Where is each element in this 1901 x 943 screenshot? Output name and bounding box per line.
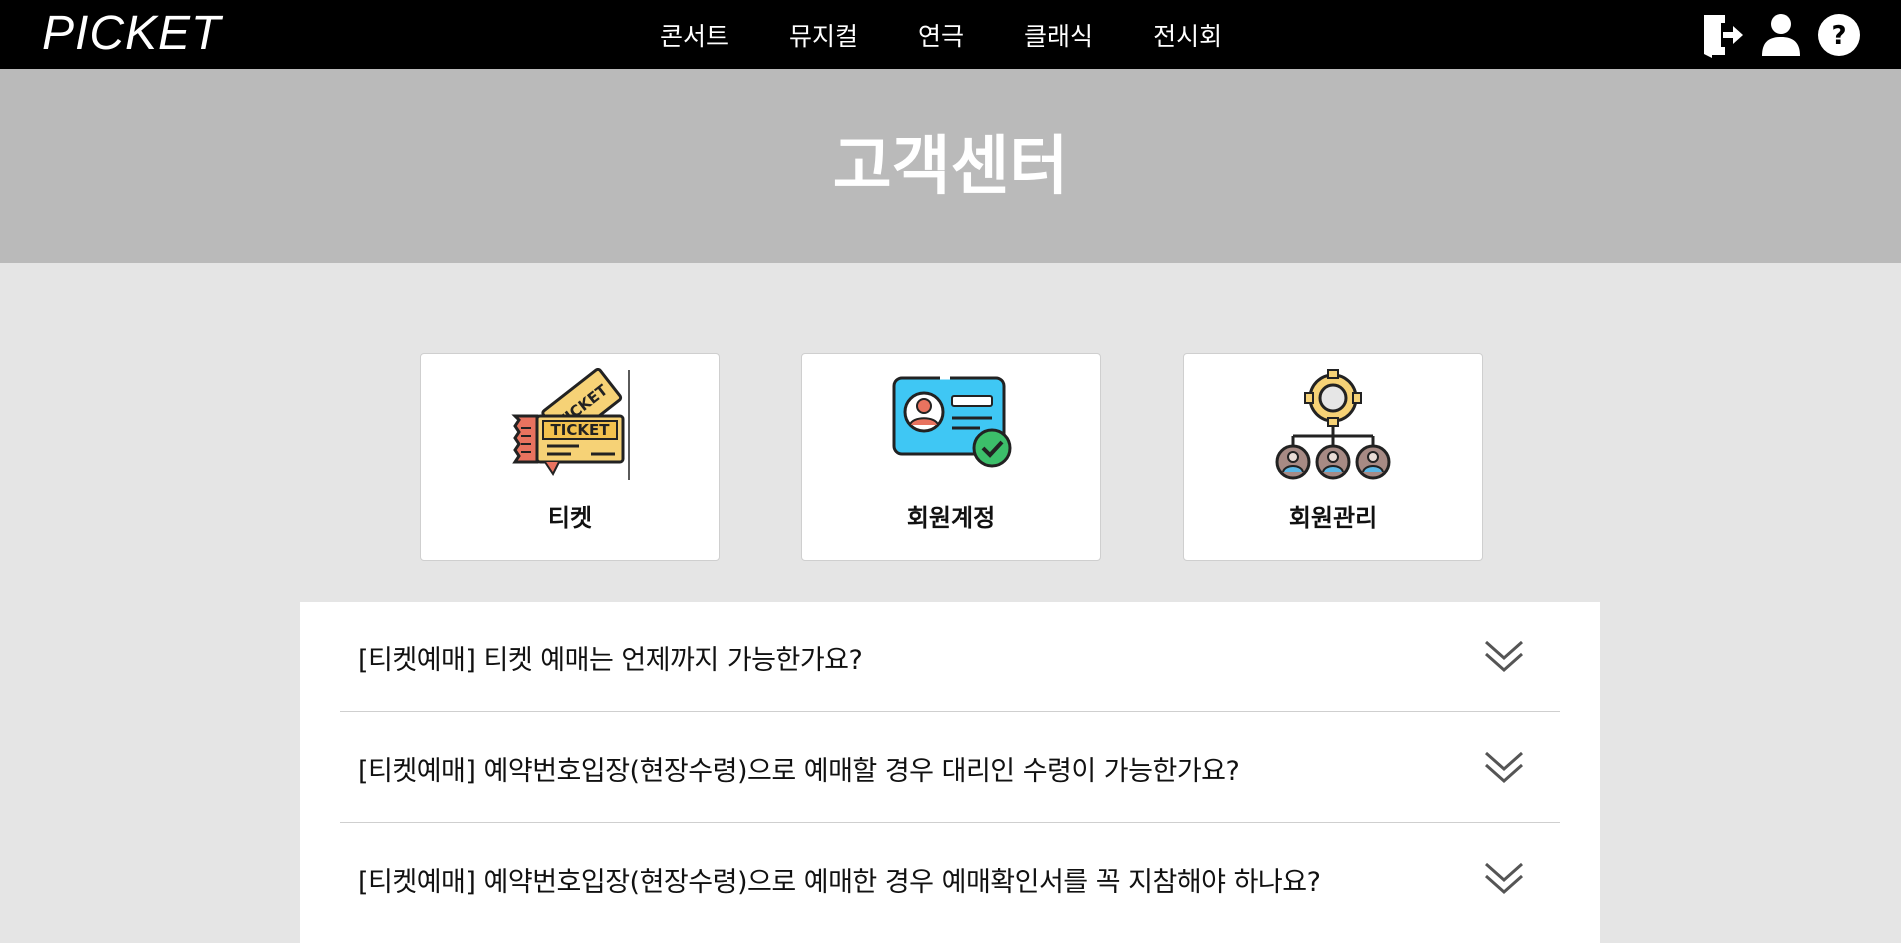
faq-item[interactable]: [티켓예매] 예약번호입장(현장수령)으로 예매한 경우 예매확인서를 꼭 지참… (340, 824, 1560, 934)
faq-item[interactable]: [티켓예매] 티켓 예매는 언제까지 가능한가요? (340, 602, 1560, 712)
chevron-down-icon[interactable] (1484, 858, 1524, 898)
ticket-icon: TICKET TICKET (511, 368, 630, 480)
category-card-member-management[interactable]: 회원관리 (1183, 353, 1483, 561)
faq-question: [티켓예매] 티켓 예매는 언제까지 가능한가요? (358, 645, 863, 676)
menu-item-exhibition[interactable]: 전시회 (1153, 17, 1222, 53)
logout-icon[interactable] (1701, 12, 1745, 58)
faq-item[interactable]: [티켓예매] 예약번호입장(현장수령)으로 예매할 경우 대리인 수령이 가능한… (340, 713, 1560, 823)
top-navigation-bar: PICKET 콘서트 뮤지컬 연극 클래식 전시회 ? (0, 0, 1901, 69)
menu-item-musical[interactable]: 뮤지컬 (789, 17, 858, 53)
svg-text:TICKET: TICKET (551, 421, 611, 439)
member-management-icon (1275, 369, 1391, 480)
category-card-ticket[interactable]: TICKET TICKET 티켓 (420, 353, 720, 561)
faq-question: [티켓예매] 예약번호입장(현장수령)으로 예매할 경우 대리인 수령이 가능한… (358, 756, 1240, 787)
page-title: 고객센터 (832, 130, 1069, 204)
category-label-member-account: 회원계정 (906, 504, 996, 532)
menu-item-concert[interactable]: 콘서트 (660, 17, 729, 53)
menu-item-classic[interactable]: 클래식 (1024, 17, 1093, 53)
category-card-member-account[interactable]: 회원계정 (801, 353, 1101, 561)
user-icon[interactable] (1759, 12, 1803, 58)
faq-list: [티켓예매] 티켓 예매는 언제까지 가능한가요? [티켓예매] 예약번호입장(… (300, 602, 1600, 943)
main-menu: 콘서트 뮤지컬 연극 클래식 전시회 (630, 0, 1252, 69)
help-icon[interactable]: ? (1817, 12, 1861, 58)
header-actions: ? (1701, 12, 1861, 58)
svg-text:?: ? (1831, 21, 1846, 51)
menu-item-theater[interactable]: 연극 (918, 17, 964, 53)
page-banner: 고객센터 (0, 69, 1901, 263)
chevron-down-icon[interactable] (1484, 636, 1524, 676)
site-logo[interactable]: PICKET (42, 6, 221, 62)
category-label-ticket: 티켓 (547, 504, 593, 532)
chevron-down-icon[interactable] (1484, 747, 1524, 787)
member-card-icon (892, 376, 1012, 468)
faq-question: [티켓예매] 예약번호입장(현장수령)으로 예매한 경우 예매확인서를 꼭 지참… (358, 867, 1321, 898)
category-label-member-management: 회원관리 (1288, 504, 1378, 532)
